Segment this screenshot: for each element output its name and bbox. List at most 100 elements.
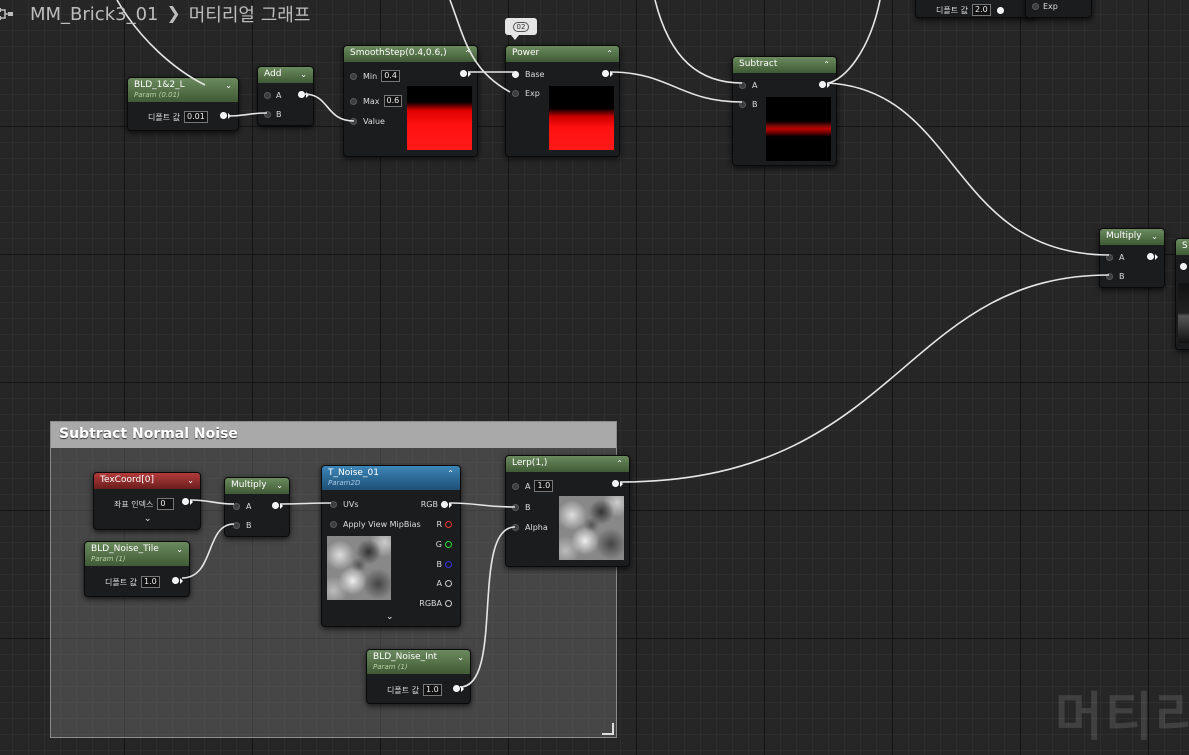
chevron-up-icon[interactable]: ⌃ (464, 49, 471, 58)
expand-chevron-icon[interactable]: ⌄ (144, 514, 152, 524)
output-pin[interactable] (460, 70, 471, 77)
input-pin-b[interactable] (233, 522, 240, 529)
node-clipped-top-2[interactable]: Exp (1025, 0, 1092, 18)
chevron-down-icon[interactable]: ⌄ (176, 545, 183, 554)
output-pin-b[interactable] (445, 561, 452, 568)
chevron-down-icon[interactable]: ⌄ (276, 481, 283, 490)
comment-resize-handle[interactable] (602, 723, 614, 735)
chevron-down-icon[interactable]: ⌄ (1151, 232, 1158, 241)
input-pin-b[interactable] (264, 111, 271, 118)
comment-title[interactable]: Subtract Normal Noise (51, 422, 616, 448)
input-pin-a[interactable] (739, 82, 746, 89)
output-pin-a[interactable] (445, 580, 452, 587)
input-pin-a[interactable] (512, 482, 519, 490)
node-header[interactable]: T_Noise_01 Param2D ⌃ (322, 466, 460, 490)
output-pin[interactable] (272, 502, 283, 509)
node-header[interactable]: Multiply ⌄ (225, 478, 289, 494)
node-texcoord[interactable]: TexCoord[0] ⌄ 좌표 인덱스 0 ⌄ (93, 472, 201, 530)
input-pin-exp[interactable] (512, 90, 519, 97)
node-add[interactable]: Add ⌄ A B (257, 66, 314, 126)
pin-label-b: B (525, 503, 531, 512)
input-pin-a[interactable] (233, 503, 240, 510)
input-pin-base[interactable] (512, 71, 519, 78)
input-pin-uvs[interactable] (330, 501, 337, 508)
chevron-up-icon[interactable]: ⌃ (606, 49, 613, 58)
default-value-field[interactable]: 2.0 (971, 4, 991, 16)
output-pin-rgba[interactable] (445, 600, 452, 607)
input-pin-mipbias[interactable] (330, 521, 337, 528)
pin-label-b: B (276, 110, 282, 119)
node-bld-noise-tile[interactable]: BLD_Noise_Tile Param (1) ⌄ 디폴트 값 1.0 (84, 541, 190, 597)
node-multiply-left[interactable]: Multiply ⌄ A B (224, 477, 290, 537)
chevron-up-icon[interactable]: ⌃ (447, 469, 454, 478)
output-pin[interactable] (298, 91, 309, 98)
output-pin[interactable] (612, 480, 623, 487)
node-header[interactable]: TexCoord[0] ⌄ (94, 473, 200, 489)
node-bld-12-l[interactable]: BLD_1&2_L Param (0.01) ⌄ 디폴트 값 0.01 (127, 77, 239, 131)
node-smoothstep[interactable]: SmoothStep(0.4,0.6,) ⌃ Min 0.4 Max 0.6 Val… (343, 45, 478, 157)
node-bld-noise-int[interactable]: BLD_Noise_Int Param (1) ⌄ 디폴트 값 1.0 (366, 649, 471, 704)
input-pin-b[interactable] (739, 101, 746, 108)
input-pin-value[interactable] (350, 118, 357, 125)
node-clipped-top[interactable]: 디폴트 값 2.0 (915, 0, 1037, 18)
output-pin-r[interactable] (445, 521, 452, 528)
node-header[interactable]: Multiply ⌄ (1100, 229, 1164, 245)
node-subtract[interactable]: Subtract ⌃ A B (732, 56, 837, 166)
output-pin[interactable] (172, 577, 183, 584)
chevron-up-icon[interactable]: ⌃ (616, 459, 623, 468)
a-value-field[interactable]: 1.0 (534, 480, 554, 492)
pin-label-min: Min (363, 71, 378, 81)
default-value-field[interactable]: 1.0 (422, 684, 442, 696)
input-pin-a[interactable] (1106, 254, 1113, 261)
output-pin[interactable] (1147, 253, 1158, 260)
breadcrumb-graph[interactable]: 머티리얼 그래프 (189, 1, 311, 27)
default-value-field[interactable]: 1.0 (140, 576, 160, 588)
node-header[interactable]: S (1176, 239, 1189, 255)
input-pin-b[interactable] (1106, 273, 1113, 280)
node-power[interactable]: Power ⌃ Base Exp (505, 45, 620, 157)
input-pin-a[interactable] (264, 92, 271, 99)
node-header[interactable]: BLD_Noise_Tile Param (1) ⌄ (85, 542, 189, 566)
node-header[interactable]: Add ⌄ (258, 67, 313, 83)
node-header[interactable]: SmoothStep(0.4,0.6,) ⌃ (344, 46, 477, 62)
output-pin[interactable] (453, 685, 464, 692)
node-header[interactable]: BLD_Noise_Int Param (1) ⌄ (367, 650, 470, 674)
node-header[interactable]: Power ⌃ (506, 46, 619, 62)
input-pin[interactable] (1180, 263, 1187, 270)
input-pin-max[interactable] (350, 97, 357, 105)
min-value-field[interactable]: 0.4 (381, 70, 400, 82)
node-t-noise-01[interactable]: T_Noise_01 Param2D ⌃ UVs Apply View MipB… (321, 465, 461, 627)
node-header[interactable]: Subtract ⌃ (733, 57, 836, 73)
default-value-label: 디폴트 값 (105, 577, 137, 587)
output-pin[interactable] (182, 498, 193, 505)
output-pin[interactable] (996, 6, 1004, 14)
chevron-up-icon[interactable]: ⌃ (823, 60, 830, 69)
node-header[interactable]: BLD_1&2_L Param (0.01) ⌄ (128, 78, 238, 102)
chevron-down-icon[interactable]: ⌄ (300, 70, 307, 79)
output-pin[interactable] (819, 81, 830, 88)
node-header[interactable]: Lerp(1,) ⌃ (506, 456, 629, 472)
output-pin-rgb[interactable] (441, 501, 452, 508)
node-title: Power (512, 48, 540, 58)
input-pin-b[interactable] (512, 504, 519, 511)
chevron-down-icon[interactable]: ⌄ (187, 476, 194, 485)
expand-chevron-icon[interactable]: ⌄ (386, 612, 394, 622)
input-pin-alpha[interactable] (512, 524, 519, 531)
chevron-down-icon[interactable]: ⌄ (457, 653, 464, 662)
preview-thumbnail (549, 86, 614, 150)
input-pin-min[interactable] (350, 72, 357, 80)
comment-bubble[interactable]: 02 (505, 18, 537, 40)
output-pin-g[interactable] (445, 541, 452, 548)
breadcrumb-asset[interactable]: MM_Brick3_01 (30, 4, 159, 25)
pin-label-b: B (246, 521, 252, 530)
max-value-field[interactable]: 0.6 (383, 95, 403, 107)
chevron-down-icon[interactable]: ⌄ (225, 81, 232, 90)
node-clipped-right[interactable]: S (1175, 238, 1189, 350)
default-value-field[interactable]: 0.01 (183, 111, 208, 123)
node-multiply-right[interactable]: Multiply ⌄ A B (1099, 228, 1165, 288)
input-pin-exp[interactable] (1032, 3, 1039, 10)
coordinate-index-field[interactable]: 0 (157, 498, 175, 510)
node-lerp[interactable]: Lerp(1,) ⌃ A 1.0 B Alpha (505, 455, 630, 567)
output-pin[interactable] (220, 112, 231, 119)
output-pin[interactable] (602, 70, 613, 77)
